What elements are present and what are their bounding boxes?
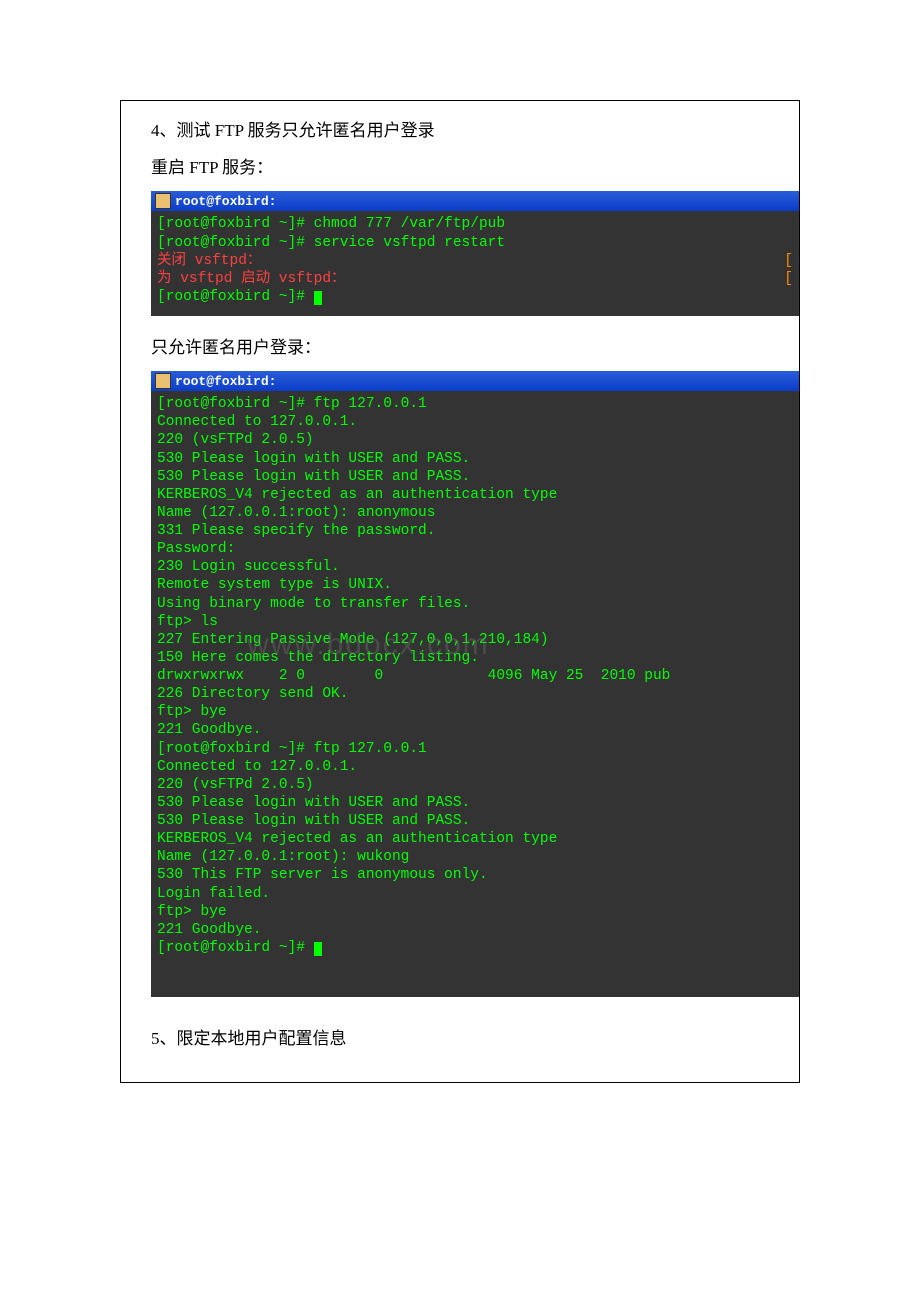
t1-line-3b: [ — [784, 252, 793, 270]
page-border: 4、测试 FTP 服务只允许匿名用户登录 重启 FTP 服务： root@fox… — [120, 100, 800, 1083]
terminal-2-title: root@foxbird: — [175, 374, 276, 389]
terminal-1-titlebar: root@foxbird: — [151, 191, 799, 211]
terminal-1-body: [root@foxbird ~]# chmod 777 /var/ftp/pub… — [151, 211, 799, 316]
section-4-heading: 4、测试 FTP 服务只允许匿名用户登录 — [151, 117, 799, 144]
terminal-2-wrap: root@foxbird: [root@foxbird ~]# ftp 127.… — [151, 371, 799, 997]
t2-line-21: Connected to 127.0.0.1. — [157, 759, 357, 775]
t2-line-19: 221 Goodbye. — [157, 722, 261, 738]
t2-line-14: 227 Entering Passive Mode (127,0,0,1,210… — [157, 632, 549, 648]
t2-line-10: 230 Login successful. — [157, 559, 340, 575]
t2-line-6: KERBEROS_V4 rejected as an authenticatio… — [157, 487, 557, 503]
t2-line-1: [root@foxbird ~]# ftp 127.0.0.1 — [157, 396, 427, 412]
t2-line-9: Password: — [157, 541, 235, 557]
t2-line-27: 530 This FTP server is anonymous only. — [157, 867, 488, 883]
t2-line-17: 226 Directory send OK. — [157, 686, 348, 702]
t2-line-18: ftp> bye — [157, 704, 227, 720]
terminal-icon — [155, 193, 171, 209]
t2-line-11: Remote system type is UNIX. — [157, 577, 392, 593]
document-content: 4、测试 FTP 服务只允许匿名用户登录 重启 FTP 服务： root@fox… — [121, 101, 799, 1082]
t2-line-2: Connected to 127.0.0.1. — [157, 414, 357, 430]
t2-line-26: Name (127.0.0.1:root): wukong — [157, 849, 409, 865]
t1-line-1: [root@foxbird ~]# chmod 777 /var/ftp/pub — [157, 216, 505, 232]
restart-ftp-label: 重启 FTP 服务： — [151, 154, 799, 181]
anon-login-label: 只允许匿名用户登录： — [151, 334, 799, 361]
t2-line-24: 530 Please login with USER and PASS. — [157, 813, 470, 829]
cursor-icon — [314, 291, 322, 305]
t2-line-7: Name (127.0.0.1:root): anonymous — [157, 505, 435, 521]
t1-line-2: [root@foxbird ~]# service vsftpd restart — [157, 235, 505, 251]
t2-line-3: 220 (vsFTPd 2.0.5) — [157, 432, 314, 448]
t2-line-25: KERBEROS_V4 rejected as an authenticatio… — [157, 831, 557, 847]
t2-line-22: 220 (vsFTPd 2.0.5) — [157, 777, 314, 793]
terminal-icon — [155, 373, 171, 389]
t2-line-4: 530 Please login with USER and PASS. — [157, 451, 470, 467]
t1-line-4a: 为 vsftpd 启动 vsftpd： — [157, 271, 346, 287]
t2-line-28: Login failed. — [157, 886, 270, 902]
t2-line-31: [root@foxbird ~]# — [157, 940, 314, 956]
t1-line-3a: 关闭 vsftpd： — [157, 253, 261, 269]
t2-line-15: 150 Here comes the directory listing. — [157, 650, 479, 666]
t2-line-29: ftp> bye — [157, 904, 227, 920]
t2-line-20: [root@foxbird ~]# ftp 127.0.0.1 — [157, 741, 427, 757]
terminal-2-body: [root@foxbird ~]# ftp 127.0.0.1 Connecte… — [151, 391, 799, 997]
t2-line-5: 530 Please login with USER and PASS. — [157, 469, 470, 485]
terminal-1-wrap: root@foxbird: [root@foxbird ~]# chmod 77… — [151, 191, 799, 316]
t1-line-4b: [ — [784, 270, 793, 288]
t2-line-12: Using binary mode to transfer files. — [157, 596, 470, 612]
cursor-icon — [314, 942, 322, 956]
t2-line-13: ftp> ls — [157, 614, 218, 630]
t2-line-30: 221 Goodbye. — [157, 922, 261, 938]
t2-line-23: 530 Please login with USER and PASS. — [157, 795, 470, 811]
terminal-1-title: root@foxbird: — [175, 194, 276, 209]
t2-line-8: 331 Please specify the password. — [157, 523, 435, 539]
section-5-heading: 5、限定本地用户配置信息 — [151, 1025, 799, 1052]
t2-line-16: drwxrwxrwx 2 0 0 4096 May 25 2010 pub — [157, 668, 670, 684]
t1-line-5: [root@foxbird ~]# — [157, 289, 314, 305]
terminal-2-titlebar: root@foxbird: — [151, 371, 799, 391]
